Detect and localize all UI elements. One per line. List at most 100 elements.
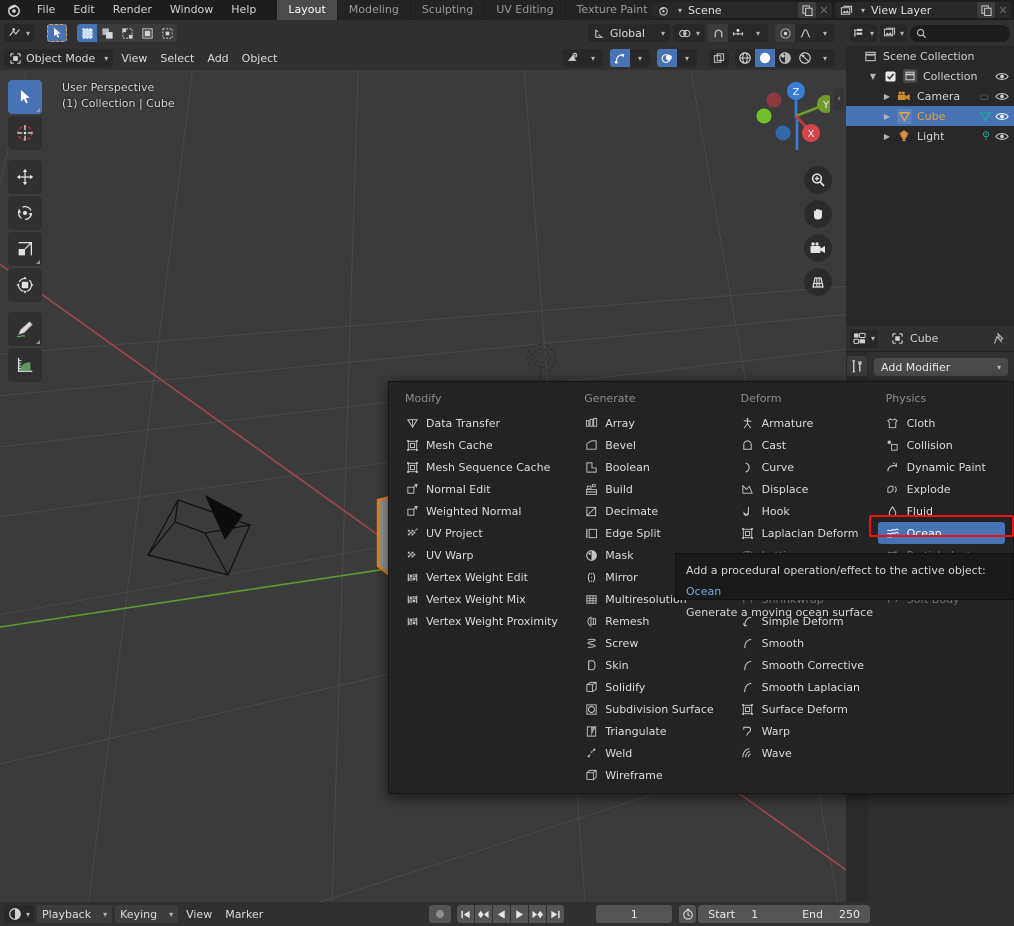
frame-range-fields[interactable]: Start 1 End 250: [698, 905, 870, 923]
timer-icon[interactable]: [679, 905, 696, 923]
pivot-point-dropdown[interactable]: ▾: [673, 24, 705, 42]
modifier-item-dynamic-paint[interactable]: Dynamic Paint: [878, 456, 1005, 478]
modifier-item-subdivision-surface[interactable]: Subdivision Surface: [576, 698, 716, 720]
outliner-row-cube[interactable]: ▶ Cube: [846, 106, 1014, 126]
modifier-item-vertex-weight-edit[interactable]: Vertex Weight Edit: [397, 566, 560, 588]
modifier-item-collision[interactable]: Collision: [878, 434, 1005, 456]
outliner-row-light[interactable]: ▶ Light: [846, 126, 1014, 146]
remove-viewlayer-x-icon[interactable]: ✕: [995, 2, 1011, 18]
viewlayer-selector[interactable]: ▾ View Layer ✕: [835, 2, 1011, 18]
select-box-tool-icon[interactable]: [47, 24, 67, 42]
modifier-item-weld[interactable]: Weld: [576, 742, 716, 764]
jump-start-icon[interactable]: [457, 905, 474, 923]
select-intersect-icon[interactable]: [157, 24, 177, 42]
disclosure-triangle-icon[interactable]: ▼: [866, 72, 880, 81]
timeline-menu-playback[interactable]: Playback ▾: [37, 905, 112, 923]
modifier-item-ocean[interactable]: Ocean: [878, 522, 1005, 544]
viewport-menu-add[interactable]: Add: [202, 49, 233, 67]
menu-window[interactable]: Window: [161, 0, 222, 20]
pan-hand-icon[interactable]: [804, 200, 832, 228]
modifier-item-boolean[interactable]: Boolean: [576, 456, 716, 478]
shading-chevron-down-icon[interactable]: ▾: [815, 49, 835, 67]
eye-icon[interactable]: [995, 111, 1009, 122]
modifier-item-smooth-laplacian[interactable]: Smooth Laplacian: [733, 676, 862, 698]
disclosure-arrow-icon[interactable]: ▶: [880, 92, 894, 101]
modifier-item-solidify[interactable]: Solidify: [576, 676, 716, 698]
modifier-item-cast[interactable]: Cast: [733, 434, 862, 456]
modifier-item-laplacian-deform[interactable]: Laplacian Deform: [733, 522, 862, 544]
modifier-item-normal-edit[interactable]: Normal Edit: [397, 478, 560, 500]
navigation-gizmo[interactable]: Z Y X: [750, 78, 830, 158]
shading-rendered-icon[interactable]: [795, 49, 815, 67]
new-scene-copy-icon[interactable]: [798, 2, 816, 18]
rotate-tool[interactable]: [8, 196, 42, 230]
modifier-item-array[interactable]: Array: [576, 412, 716, 434]
modifier-item-wireframe[interactable]: Wireframe: [576, 764, 716, 786]
snap-chevron-down-icon[interactable]: ▾: [748, 24, 768, 42]
filter-icon[interactable]: ▾: [880, 24, 907, 42]
visibility-chevron-down-icon[interactable]: ▾: [583, 49, 603, 67]
overlays-chevron-down-icon[interactable]: ▾: [677, 49, 697, 67]
shading-wireframe-icon[interactable]: [735, 49, 755, 67]
jump-end-icon[interactable]: [547, 905, 564, 923]
eye-icon[interactable]: [995, 131, 1009, 142]
editor-type-button[interactable]: ▾: [4, 24, 34, 42]
camera-view-icon[interactable]: [804, 234, 832, 262]
annotate-tool[interactable]: [8, 312, 42, 346]
object-mode-dropdown[interactable]: Object Mode ▾: [4, 49, 113, 67]
select-subtract-icon[interactable]: [117, 24, 137, 42]
timeline-menu-view[interactable]: View: [181, 905, 217, 923]
disclosure-arrow-icon[interactable]: ▶: [880, 112, 894, 121]
eye-icon[interactable]: [995, 71, 1009, 82]
modifier-item-skin[interactable]: Skin: [576, 654, 716, 676]
camera-data-icon[interactable]: [980, 91, 992, 102]
modifier-item-fluid[interactable]: Fluid: [878, 500, 1005, 522]
play-icon[interactable]: [511, 905, 528, 923]
scene-selector[interactable]: ▾ Scene ✕: [652, 2, 832, 18]
cursor-tool[interactable]: [8, 116, 42, 150]
modifier-item-mesh-cache[interactable]: Mesh Cache: [397, 434, 560, 456]
overlays-icon[interactable]: [657, 49, 677, 67]
select-invert-icon[interactable]: [137, 24, 157, 42]
modifier-item-vertex-weight-proximity[interactable]: Vertex Weight Proximity: [397, 610, 560, 632]
outliner-row-scene-collection[interactable]: Scene Collection: [846, 46, 1014, 66]
modifier-item-vertex-weight-mix[interactable]: Vertex Weight Mix: [397, 588, 560, 610]
outliner-display-mode-icon[interactable]: ▾: [850, 24, 877, 42]
modifier-item-build[interactable]: Build: [576, 478, 716, 500]
start-frame-value[interactable]: 1: [751, 908, 758, 921]
shading-solid-icon[interactable]: [755, 49, 775, 67]
select-extend-icon[interactable]: [97, 24, 117, 42]
scale-tool[interactable]: [8, 232, 42, 266]
tab-modeling[interactable]: Modeling: [338, 0, 411, 20]
outliner-row-camera[interactable]: ▶ Camera: [846, 86, 1014, 106]
end-frame-value[interactable]: 250: [839, 908, 860, 921]
ortho-persp-icon[interactable]: [804, 268, 832, 296]
outliner-search-input[interactable]: [910, 25, 1010, 42]
timeline-menu-keying[interactable]: Keying ▾: [115, 905, 178, 923]
visibility-icon[interactable]: [563, 49, 583, 67]
new-viewlayer-copy-icon[interactable]: [977, 2, 995, 18]
modifier-item-warp[interactable]: Warp: [733, 720, 862, 742]
menu-help[interactable]: Help: [222, 0, 265, 20]
tab-layout[interactable]: Layout: [277, 0, 337, 20]
gizmo-icon[interactable]: [610, 49, 630, 67]
magnet-icon[interactable]: [708, 24, 728, 42]
modifier-item-bevel[interactable]: Bevel: [576, 434, 716, 456]
modifier-item-wave[interactable]: Wave: [733, 742, 862, 764]
scene-name[interactable]: Scene: [682, 4, 798, 17]
properties-tab-modifier[interactable]: [847, 356, 867, 376]
shading-material-preview-icon[interactable]: [775, 49, 795, 67]
modifier-item-screw[interactable]: Screw: [576, 632, 716, 654]
zoom-icon[interactable]: [804, 166, 832, 194]
move-tool[interactable]: [8, 160, 42, 194]
tab-sculpting[interactable]: Sculpting: [411, 0, 485, 20]
remove-scene-x-icon[interactable]: ✕: [816, 2, 832, 18]
viewport-sidebar-collapse-icon[interactable]: ‹: [834, 88, 844, 110]
modifier-item-weighted-normal[interactable]: Weighted Normal: [397, 500, 560, 522]
pin-icon[interactable]: [993, 332, 1010, 345]
modifier-item-cloth[interactable]: Cloth: [878, 412, 1005, 434]
gizmo-chevron-down-icon[interactable]: ▾: [630, 49, 650, 67]
next-keyframe-icon[interactable]: [529, 905, 546, 923]
light-data-icon[interactable]: [980, 130, 992, 142]
viewport-menu-object[interactable]: Object: [237, 49, 283, 67]
